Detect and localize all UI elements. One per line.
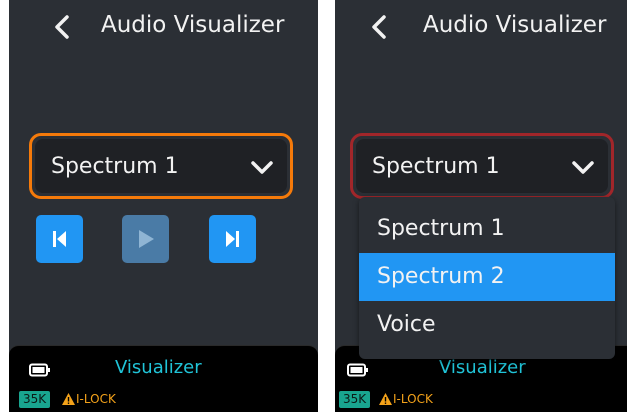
status-bar: Visualizer 35K I-LOCK [9,345,318,412]
header: Audio Visualizer [335,0,627,58]
previous-button[interactable] [36,215,83,263]
page-title: Audio Visualizer [101,12,285,38]
screen-dropdown-open: Audio Visualizer Spectrum 1 Visualizer 3… [335,0,627,412]
back-icon[interactable] [366,12,392,42]
visualizer-select[interactable]: Spectrum 1 [29,133,293,199]
select-box[interactable]: Spectrum 1 [35,139,287,193]
select-value: Spectrum 1 [51,154,179,179]
lock-status: I-LOCK [393,392,433,406]
status-title: Visualizer [115,357,202,378]
status-badge: 35K [339,391,371,408]
play-button[interactable] [122,215,169,263]
battery-icon [347,363,368,377]
warning-icon [62,393,75,405]
status-title: Visualizer [439,357,526,378]
skip-previous-icon [53,231,66,247]
select-box[interactable]: Spectrum 1 [356,139,608,193]
warning-icon [379,393,392,405]
status-badge: 35K [19,391,51,408]
back-icon[interactable] [49,12,75,42]
select-value: Spectrum 1 [372,154,500,179]
dropdown-option[interactable]: Spectrum 1 [359,205,615,253]
next-button[interactable] [209,215,256,263]
dropdown-option[interactable]: Voice [359,301,615,349]
screen-main: Audio Visualizer Spectrum 1 Visualizer 3… [9,0,318,412]
lock-status: I-LOCK [76,392,116,406]
dropdown-menu: Spectrum 1 Spectrum 2 Voice [359,197,615,359]
page-title: Audio Visualizer [423,12,607,38]
header: Audio Visualizer [9,0,318,58]
visualizer-select[interactable]: Spectrum 1 [350,133,614,199]
chevron-down-icon [572,161,594,174]
battery-icon [29,363,50,377]
dropdown-option-highlighted[interactable]: Spectrum 2 [359,253,615,301]
play-icon [139,230,154,248]
chevron-down-icon [251,161,273,174]
skip-next-icon [226,231,239,247]
